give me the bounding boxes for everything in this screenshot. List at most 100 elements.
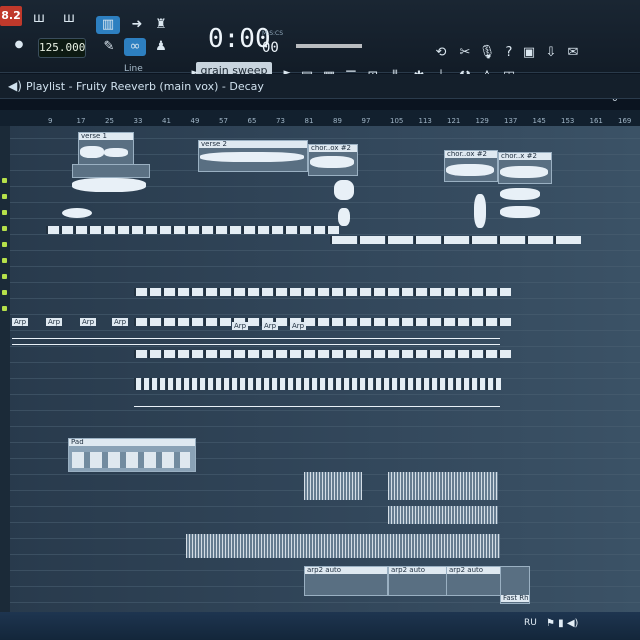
track-led[interactable] xyxy=(2,242,7,247)
pattern-clip[interactable] xyxy=(372,318,385,326)
pattern-clip[interactable] xyxy=(134,350,147,358)
scissors-icon[interactable]: ✂ xyxy=(456,44,474,62)
metronome-icon[interactable]: ♜ xyxy=(152,16,170,34)
pattern-clip[interactable] xyxy=(46,226,59,234)
pattern-clip[interactable] xyxy=(186,226,199,234)
pattern-clip[interactable] xyxy=(456,318,469,326)
pattern-clip[interactable] xyxy=(526,236,553,244)
pattern-clip[interactable] xyxy=(386,350,399,358)
pattern-clip[interactable] xyxy=(344,318,357,326)
pattern-clip[interactable] xyxy=(312,226,325,234)
pattern-clip[interactable] xyxy=(218,288,231,296)
flag-icon[interactable]: ⚑ ▮ ◀) xyxy=(546,618,578,629)
pattern-clip[interactable] xyxy=(214,226,227,234)
clip-arp[interactable]: Arp xyxy=(232,322,249,330)
pattern-clip[interactable] xyxy=(398,378,405,390)
clip-arp[interactable]: Arp xyxy=(12,318,29,326)
hatched-clip[interactable] xyxy=(388,472,498,500)
pattern-clip[interactable] xyxy=(190,288,203,296)
pattern-clip[interactable] xyxy=(414,350,427,358)
pattern-clip[interactable] xyxy=(242,226,255,234)
pattern-song-icon[interactable]: ш xyxy=(60,10,78,28)
pattern-clip[interactable] xyxy=(294,378,301,390)
microphone-icon[interactable]: 🎙 xyxy=(478,44,496,62)
pattern-clip[interactable] xyxy=(428,350,441,358)
app-logo[interactable]: 8.2 xyxy=(0,6,22,26)
pattern-clip[interactable] xyxy=(400,350,413,358)
pattern-clip[interactable] xyxy=(274,350,287,358)
pattern-clip[interactable] xyxy=(158,378,165,390)
pattern-clip[interactable] xyxy=(330,318,343,326)
pattern-clip[interactable] xyxy=(498,288,511,296)
pattern-clip[interactable] xyxy=(400,288,413,296)
pattern-clip[interactable] xyxy=(390,378,397,390)
pattern-clip[interactable] xyxy=(366,378,373,390)
pattern-clip[interactable] xyxy=(232,288,245,296)
pattern-clip[interactable] xyxy=(358,350,371,358)
pattern-clip[interactable] xyxy=(438,378,445,390)
pattern-clip[interactable] xyxy=(200,226,213,234)
keyboard-icon[interactable]: ▥ xyxy=(96,16,120,34)
pattern-clip[interactable] xyxy=(470,318,483,326)
pattern-clip[interactable] xyxy=(484,350,497,358)
clip-arp2-auto-2[interactable]: arp2 auto xyxy=(388,566,448,596)
pattern-clip[interactable] xyxy=(406,378,413,390)
pattern-clip[interactable] xyxy=(204,318,217,326)
pattern-clip[interactable] xyxy=(150,378,157,390)
pattern-clip[interactable] xyxy=(274,288,287,296)
record-icon[interactable]: ● xyxy=(10,36,28,54)
pattern-clip[interactable] xyxy=(358,318,371,326)
pattern-clip[interactable] xyxy=(470,288,483,296)
pattern-clip[interactable] xyxy=(134,378,141,390)
pattern-clip[interactable] xyxy=(498,318,511,326)
pattern-clip[interactable] xyxy=(302,350,315,358)
pattern-clip[interactable] xyxy=(350,378,357,390)
pattern-clip[interactable] xyxy=(204,288,217,296)
pattern-clip[interactable] xyxy=(134,288,147,296)
clip-arp2-auto-3[interactable]: arp2 auto xyxy=(446,566,502,596)
pattern-clip[interactable] xyxy=(344,288,357,296)
clip-arp[interactable]: Arp xyxy=(112,318,129,326)
pattern-clip[interactable] xyxy=(254,378,261,390)
pattern-clip[interactable] xyxy=(214,378,221,390)
pattern-clip[interactable] xyxy=(246,378,253,390)
pattern-clip[interactable] xyxy=(456,288,469,296)
pattern-clip[interactable] xyxy=(484,318,497,326)
pattern-clip[interactable] xyxy=(228,226,241,234)
pattern-clip[interactable] xyxy=(310,378,317,390)
pattern-clip[interactable] xyxy=(222,378,229,390)
pattern-clip[interactable] xyxy=(190,318,203,326)
pattern-clip[interactable] xyxy=(218,318,231,326)
clip-arp[interactable]: Arp xyxy=(290,322,307,330)
track-led[interactable] xyxy=(2,178,7,183)
clip-fast-rhoi[interactable]: Fast Rhoi xyxy=(500,566,530,604)
pattern-clip[interactable] xyxy=(428,318,441,326)
pattern-clip[interactable] xyxy=(386,236,413,244)
pattern-clip[interactable] xyxy=(148,350,161,358)
pattern-clip[interactable] xyxy=(470,236,497,244)
pattern-clip[interactable] xyxy=(470,378,477,390)
pattern-clip[interactable] xyxy=(176,318,189,326)
pattern-clip[interactable] xyxy=(358,378,365,390)
pattern-clip[interactable] xyxy=(330,350,343,358)
pattern-clip[interactable] xyxy=(358,288,371,296)
pattern-clip[interactable] xyxy=(102,226,115,234)
pattern-clip[interactable] xyxy=(270,226,283,234)
hatched-clip[interactable] xyxy=(304,472,362,500)
pattern-clip[interactable] xyxy=(60,226,73,234)
pattern-clip[interactable] xyxy=(386,288,399,296)
pattern-clip[interactable] xyxy=(286,378,293,390)
pattern-clip[interactable] xyxy=(442,236,469,244)
pattern-clip[interactable] xyxy=(166,378,173,390)
pattern-clip[interactable] xyxy=(158,226,171,234)
pattern-clip[interactable] xyxy=(74,226,87,234)
pattern-clip[interactable] xyxy=(172,226,185,234)
pattern-clip[interactable] xyxy=(318,378,325,390)
pattern-clip[interactable] xyxy=(162,288,175,296)
pattern-clip[interactable] xyxy=(148,318,161,326)
pattern-clip[interactable] xyxy=(330,288,343,296)
arrow-icon[interactable]: ➜ xyxy=(128,16,146,34)
pattern-clip[interactable] xyxy=(260,288,273,296)
pattern-clip[interactable] xyxy=(430,378,437,390)
pattern-clip[interactable] xyxy=(456,350,469,358)
